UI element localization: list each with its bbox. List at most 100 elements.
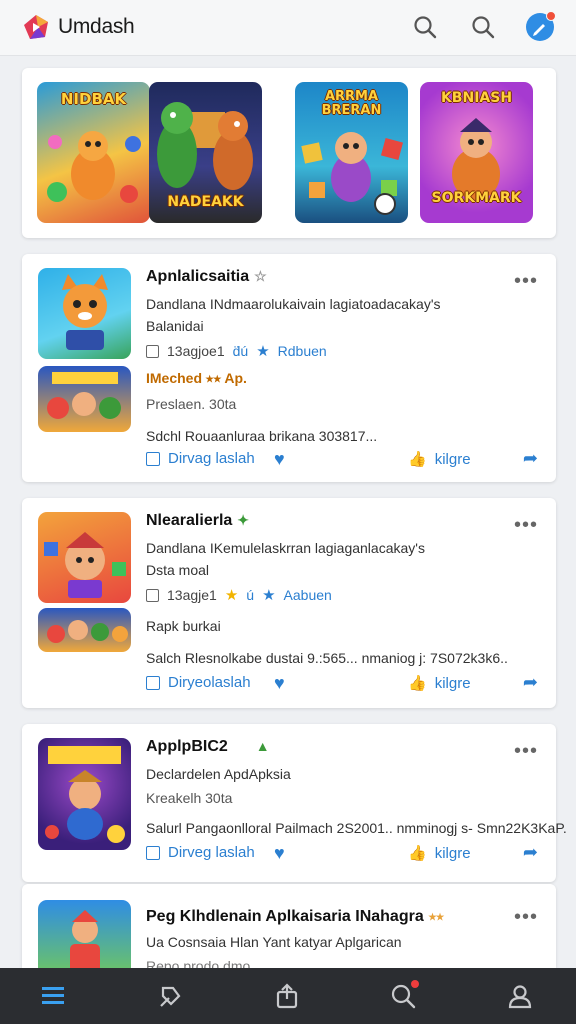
post-description: Dandlana IKemulelaskrran lagiaganlacakay…: [146, 540, 425, 556]
post-actions: Dirvag laslah ♥ 👍 kilgre ➦: [146, 448, 538, 472]
app-logo-icon: [24, 15, 48, 39]
featured-tile-1[interactable]: NIDBAK: [37, 82, 150, 223]
game-art-image: [45, 746, 125, 843]
profile-icon[interactable]: [506, 982, 534, 1010]
post-tag-label[interactable]: Aabuen: [284, 587, 332, 603]
share-arrow-icon[interactable]: ➦: [523, 672, 538, 693]
post-extra-line: IMeched ⭑⭑ Ap.: [146, 370, 247, 386]
app-title: Umdash: [58, 15, 135, 38]
post-actions: Diryeolaslah ♥ 👍 kilgre ➦: [146, 672, 538, 696]
thumbs-up-icon: 👍: [408, 675, 427, 692]
search-alt-icon[interactable]: [470, 14, 496, 40]
post-thumbnail[interactable]: [38, 738, 131, 850]
post-summary: Sdchl Rouaanluraa brikana 303817...: [146, 428, 378, 444]
post-thumbnail-secondary[interactable]: [38, 366, 131, 432]
explore-icon[interactable]: [157, 982, 185, 1010]
verified-badge-icon: ✦: [237, 512, 250, 528]
post-card: ApplpBIC2 ▲ ••• Declardelen ApdApksia Kre…: [22, 724, 567, 882]
reshare-label: kilgre: [434, 844, 471, 862]
post-title: ApplpBIC2 ▲: [146, 738, 270, 756]
save-action[interactable]: Diryeolaslah: [146, 674, 251, 691]
game-art-image: [47, 620, 128, 643]
checkbox-icon: [146, 845, 160, 860]
save-action-label: Dirvag laslah: [168, 450, 255, 467]
post-title-text: Peg Klhdlenain Aplkaisaria INahagra: [146, 908, 424, 925]
post-subtitle: Kreakelh 30ta: [146, 790, 233, 806]
post-tag-label[interactable]: Rdbuen: [278, 343, 327, 359]
game-art-image: [44, 532, 126, 598]
notification-dot: [411, 980, 419, 988]
verified-badge-icon: ☆: [254, 268, 267, 284]
featured-carousel: NIDBAK NADEAKK ARRMA BRERAN KBNIASH SORK…: [22, 68, 556, 238]
post-title-text: Nlearalierla: [146, 512, 233, 529]
verified-badge-icon: ⭑⭑: [428, 908, 444, 924]
reshare-action[interactable]: 👍 kilgre: [408, 844, 471, 863]
checkbox-icon: [146, 451, 160, 466]
more-options-icon[interactable]: •••: [514, 515, 538, 535]
post-title: Apnlalicsaitia ☆: [146, 268, 267, 286]
post-date: 13agjoe1: [167, 343, 225, 359]
post-extra-line: Rapk burkai: [146, 618, 221, 634]
like-heart-icon[interactable]: ♥: [274, 843, 285, 864]
post-card: Apnlalicsaitia ☆ ••• Dandlana INdmaaroluk…: [22, 254, 556, 482]
featured-tile-label: ARRMA BRERAN: [321, 89, 382, 118]
more-options-icon[interactable]: •••: [514, 907, 538, 927]
post-subtitle: Repo prodo dmo: [146, 958, 251, 968]
post-thumbnail-secondary[interactable]: [38, 608, 131, 652]
more-options-icon[interactable]: •••: [514, 741, 538, 761]
checkbox-icon: [146, 675, 160, 690]
reshare-label: kilgre: [434, 674, 471, 692]
featured-tile-sublabel: SORKMARK: [431, 190, 522, 206]
game-art-image: [70, 910, 100, 968]
share-arrow-icon[interactable]: ➦: [523, 842, 538, 863]
reshare-action[interactable]: 👍 kilgre: [408, 450, 471, 469]
save-action-label: Diryeolaslah: [168, 674, 251, 691]
thumbs-up-icon: 👍: [408, 845, 427, 862]
search-nav-button[interactable]: [389, 980, 419, 1010]
post-title-text: Apnlalicsaitia: [146, 268, 250, 285]
avatar[interactable]: [526, 11, 556, 41]
featured-tile-4[interactable]: KBNIASH SORKMARK: [420, 82, 533, 223]
featured-tile-label: NIDBAK: [60, 90, 127, 108]
post-title: Peg Klhdlenain Aplkaisaria INahagra ⭑⭑: [146, 908, 444, 926]
post-thumbnail[interactable]: [38, 268, 131, 359]
post-thumbnail[interactable]: [38, 512, 131, 603]
bottom-nav-bar: [0, 968, 576, 1024]
reshare-action[interactable]: 👍 kilgre: [408, 674, 471, 693]
featured-tile-3[interactable]: ARRMA BRERAN: [295, 82, 408, 223]
star-icon[interactable]: ★: [256, 342, 269, 360]
checkbox-icon[interactable]: [146, 588, 159, 602]
search-icon[interactable]: [412, 14, 438, 40]
like-heart-icon[interactable]: ♥: [274, 673, 285, 694]
save-action[interactable]: Dirvag laslah: [146, 450, 255, 467]
share-arrow-icon[interactable]: ➦: [523, 448, 538, 469]
post-summary: Salurl Pangaonlloral Pailmach 2S2001.. n…: [146, 820, 567, 836]
checkbox-icon[interactable]: [146, 344, 159, 358]
post-meta: 13agjoe1 d̈ú ★ Rdbuen: [146, 342, 327, 360]
verified-badge-icon: ▲: [255, 738, 270, 754]
more-options-icon[interactable]: •••: [514, 271, 538, 291]
post-title: Nlearalierla ✦: [146, 512, 249, 530]
post-tag[interactable]: ú: [246, 587, 254, 603]
save-action[interactable]: Dirveg laslah: [146, 844, 255, 861]
star-icon[interactable]: ★: [262, 586, 275, 604]
notification-dot: [546, 11, 556, 21]
game-art-image: [62, 274, 108, 350]
featured-tile-2[interactable]: NADEAKK: [149, 82, 262, 223]
post-title-text: ApplpBIC2: [146, 738, 228, 755]
share-icon[interactable]: [273, 982, 301, 1010]
star-icon[interactable]: ★: [225, 586, 238, 604]
top-app-bar: Umdash: [0, 0, 576, 56]
menu-icon[interactable]: [39, 982, 67, 1010]
post-card: Peg Klhdlenain Aplkaisaria INahagra ⭑⭑ ••…: [22, 884, 556, 968]
reshare-label: kilgre: [434, 450, 471, 468]
post-subtitle: Balanidai: [146, 318, 204, 334]
featured-tile-label: NADEAKK: [167, 194, 244, 210]
post-description: Declardelen ApdApksia: [146, 766, 291, 782]
featured-tile-label: KBNIASH: [440, 90, 513, 106]
post-actions: Dirveg laslah ♥ 👍 kilgre ➦: [146, 842, 538, 866]
post-tag[interactable]: d̈ú: [233, 343, 249, 359]
like-heart-icon[interactable]: ♥: [274, 449, 285, 470]
post-thumbnail[interactable]: [38, 900, 131, 968]
save-action-label: Dirveg laslah: [168, 844, 255, 861]
